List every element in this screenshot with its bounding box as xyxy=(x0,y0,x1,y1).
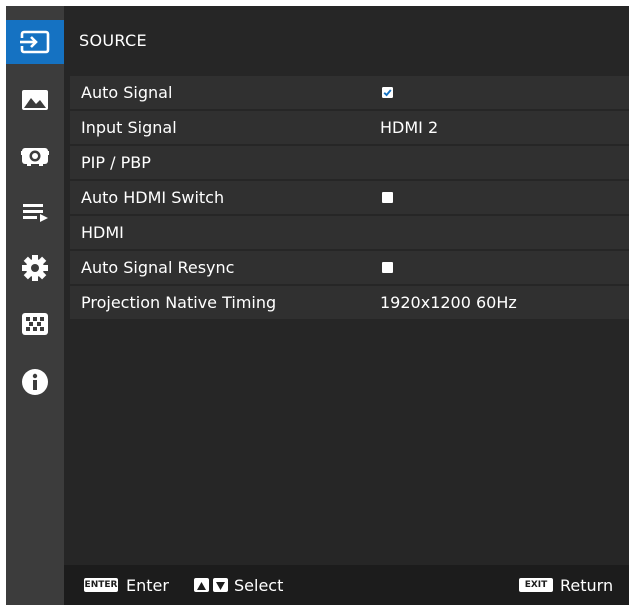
checkbox-unchecked-icon[interactable] xyxy=(382,192,393,203)
menu-item-label: HDMI xyxy=(81,223,124,242)
checkbox-unchecked-icon[interactable] xyxy=(382,262,393,273)
sidebar-item-settings[interactable] xyxy=(6,246,64,290)
menu-item-input-signal[interactable]: Input Signal HDMI 2 xyxy=(70,111,629,144)
picture-icon xyxy=(22,90,48,110)
enter-hint: Enter xyxy=(126,576,169,595)
menu-item-value: 1920x1200 60Hz xyxy=(380,293,517,312)
menu-item-auto-signal-resync[interactable]: Auto Signal Resync xyxy=(70,251,629,284)
checkbox-checked-icon[interactable] xyxy=(382,87,393,98)
menu-item-label: PIP / PBP xyxy=(81,153,151,172)
down-arrow-key-icon xyxy=(213,578,228,592)
menu-list: Auto Signal Input Signal HDMI 2 PIP / PB… xyxy=(70,76,629,321)
menu-item-label: Auto HDMI Switch xyxy=(81,188,225,207)
menu-item-label: Auto Signal Resync xyxy=(81,258,235,277)
footer-hints: ENTER Enter Select EXIT Return xyxy=(64,565,629,605)
info-icon xyxy=(22,369,48,395)
menu-item-label: Auto Signal xyxy=(81,83,173,102)
display-lens-icon xyxy=(21,148,49,166)
select-hint: Select xyxy=(234,576,284,595)
osd-menu: SOURCE Auto Signal Input Signal HDMI 2 P… xyxy=(6,6,629,605)
menu-item-auto-hdmi-switch[interactable]: Auto HDMI Switch xyxy=(70,181,629,214)
sidebar-item-display[interactable] xyxy=(6,134,64,178)
sidebar-item-picture[interactable] xyxy=(6,78,64,122)
sidebar xyxy=(6,6,64,605)
menu-item-pip-pbp[interactable]: PIP / PBP xyxy=(70,146,629,179)
up-arrow-key-icon xyxy=(194,578,209,592)
sidebar-item-source[interactable] xyxy=(6,20,64,64)
menu-item-auto-signal[interactable]: Auto Signal xyxy=(70,76,629,109)
audio-playlist-icon xyxy=(23,204,48,222)
menu-item-label: Input Signal xyxy=(81,118,177,137)
source-input-icon xyxy=(20,30,50,54)
sidebar-item-info[interactable] xyxy=(6,360,64,404)
menu-item-hdmi[interactable]: HDMI xyxy=(70,216,629,249)
menu-item-projection-native-timing[interactable]: Projection Native Timing 1920x1200 60Hz xyxy=(70,286,629,319)
enter-key-icon: ENTER xyxy=(84,578,118,592)
menu-panel: SOURCE Auto Signal Input Signal HDMI 2 P… xyxy=(64,6,629,565)
page-title: SOURCE xyxy=(79,31,147,50)
return-hint: Return xyxy=(560,576,614,595)
sidebar-item-audio[interactable] xyxy=(6,190,64,234)
grid-icon xyxy=(22,313,48,335)
gear-icon xyxy=(22,255,48,281)
menu-item-label: Projection Native Timing xyxy=(81,293,277,312)
sidebar-item-grid[interactable] xyxy=(6,302,64,346)
exit-key-icon: EXIT xyxy=(519,578,553,592)
menu-item-value: HDMI 2 xyxy=(380,118,439,137)
